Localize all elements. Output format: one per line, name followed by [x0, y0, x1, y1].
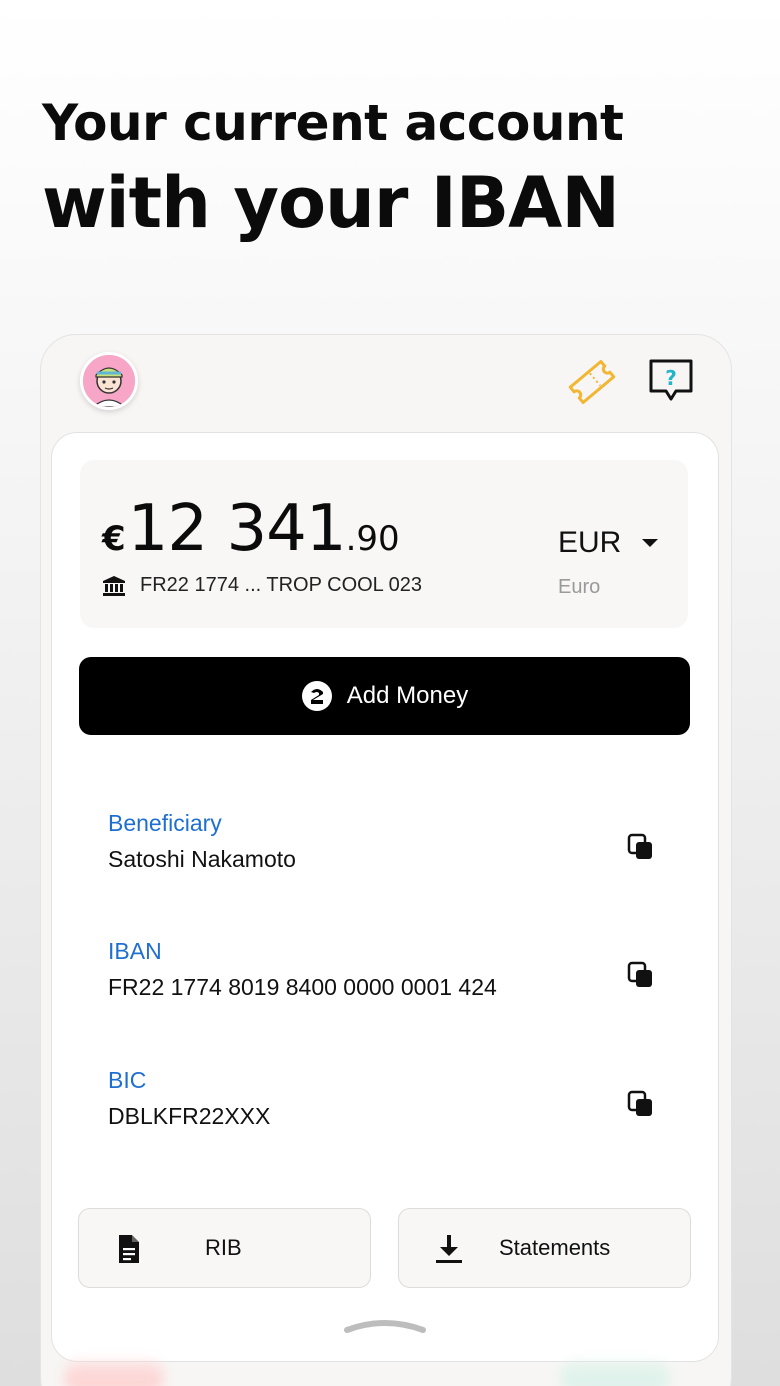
statements-button[interactable]: Statements — [398, 1208, 691, 1288]
document-icon — [119, 1235, 139, 1263]
balance-integer: 12 341 — [127, 492, 347, 566]
currency-symbol: € — [102, 519, 126, 559]
peek-card-right — [560, 1362, 670, 1386]
ticket-icon[interactable] — [562, 352, 622, 412]
user-avatar-icon — [83, 355, 135, 407]
iban-label: IBAN — [108, 938, 162, 964]
sheet-drag-handle[interactable] — [344, 1316, 426, 1336]
headline-line-2: with your IBAN — [42, 162, 620, 244]
beneficiary-value: Satoshi Nakamoto — [108, 846, 296, 872]
rib-label: RIB — [205, 1235, 242, 1260]
iban-summary: FR22 1774 ... TROP COOL 023 — [102, 574, 422, 597]
beneficiary-label: Beneficiary — [108, 810, 222, 836]
currency-name: Euro — [558, 576, 601, 598]
currency-code: EUR — [558, 526, 622, 559]
headline: Your current account with your IBAN — [42, 92, 624, 248]
add-money-icon — [301, 681, 332, 711]
avatar[interactable] — [80, 352, 138, 410]
statements-label: Statements — [499, 1235, 611, 1260]
copy-bic-icon[interactable] — [624, 1087, 658, 1121]
currency-selector[interactable]: EUR — [558, 526, 659, 560]
rib-button[interactable]: RIB — [78, 1208, 371, 1288]
copy-iban-icon[interactable] — [624, 958, 658, 992]
help-chat-icon[interactable]: ? — [646, 356, 696, 406]
balance-decimal: .90 — [345, 519, 400, 559]
add-money-button[interactable]: Add Money — [79, 657, 690, 735]
chevron-down-icon — [642, 539, 659, 547]
svg-text:?: ? — [665, 366, 677, 390]
peek-card-left — [64, 1362, 164, 1386]
balance-amount: € 12 341 .90 — [102, 492, 400, 566]
bank-icon — [103, 575, 125, 596]
download-icon — [436, 1235, 462, 1263]
iban-short: FR22 1774 ... TROP COOL 023 — [140, 574, 422, 596]
bic-value: DBLKFR22XXX — [108, 1103, 271, 1129]
iban-value: FR22 1774 8019 8400 0000 0001 424 — [108, 974, 497, 1000]
headline-line-1: Your current account — [42, 94, 624, 152]
add-money-label: Add Money — [346, 682, 469, 709]
copy-beneficiary-icon[interactable] — [624, 830, 658, 864]
bic-label: BIC — [108, 1067, 147, 1093]
